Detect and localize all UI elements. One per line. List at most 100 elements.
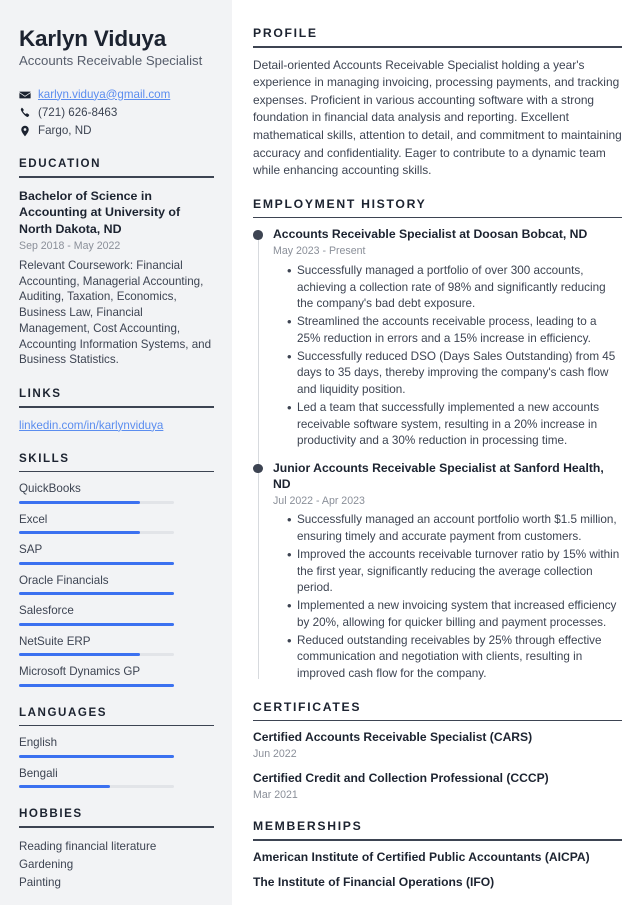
employment-date: Jul 2022 - Apr 2023 [273,494,365,507]
skills-list: QuickBooks Excel SAP Oracle Financials S… [19,482,214,687]
skill-label: Excel [19,512,48,526]
candidate-name: Karlyn Viduya [19,26,167,51]
skill-item: Excel [19,512,214,535]
employment-date: May 2023 - Present [273,245,366,258]
employment-bullet: Reduced outstanding receivables by 25% t… [287,632,622,683]
languages-list: English Bengali [19,736,214,789]
education-entry: Bachelor of Science in Accounting at Uni… [19,188,214,369]
certificate-date: Jun 2022 [253,748,297,761]
profile-text: Detail-oriented Accounts Receivable Spec… [253,57,622,178]
timeline-dot-icon [253,230,263,240]
certificate-item: Certified Accounts Receivable Specialist… [253,730,622,761]
contact-row-email[interactable]: karlyn.viduya@gmail.com [19,87,214,102]
language-bar-track [19,754,174,758]
language-item: Bengali [19,766,214,789]
skill-label: Salesforce [19,604,74,618]
section-profile: PROFILE Detail-oriented Accounts Receiva… [253,26,622,180]
resume-page: Karlyn Viduya Accounts Receivable Specia… [0,0,640,905]
name-block: Karlyn Viduya Accounts Receivable Specia… [19,26,214,69]
languages-heading: LANGUAGES [19,705,108,719]
envelope-icon [19,89,31,101]
skill-bar-fill [19,683,174,687]
profile-rule [253,46,622,48]
phone-text: (721) 626-8463 [38,105,118,119]
skill-label: Microsoft Dynamics GP [19,665,141,679]
skill-item: Oracle Financials [19,573,214,596]
skill-bar-track [19,500,174,504]
skill-bar-fill [19,561,174,565]
certificates-rule [253,719,622,722]
language-bar-track [19,785,174,789]
education-rule [19,176,214,178]
certificate-name: Certified Accounts Receivable Specialist… [253,730,533,745]
employment-bullets: Successfully managed an account portfoli… [273,511,622,683]
contact-list: karlyn.viduya@gmail.com (721) 626-8463 F… [19,87,214,138]
section-languages: LANGUAGES English Bengali [19,705,214,789]
contact-row-location: Fargo, ND [19,123,214,138]
section-links: LINKS linkedin.com/in/karlynviduya [19,387,214,433]
hobby-item: Reading financial literature [19,839,157,853]
education-heading: EDUCATION [19,157,102,171]
location-text: Fargo, ND [38,123,92,137]
skills-heading: SKILLS [19,451,70,465]
employment-title: Junior Accounts Receivable Specialist at… [273,460,604,491]
skill-item: Salesforce [19,604,214,626]
hobbies-rule [19,826,214,828]
employment-timeline: Accounts Receivable Specialist at Doosan… [253,227,622,683]
links-rule [19,406,214,408]
language-bar-fill [19,785,111,789]
skill-item: Microsoft Dynamics GP [19,665,214,687]
phone-icon [19,107,31,119]
section-hobbies: HOBBIES Reading financial literature Gar… [19,807,214,891]
certificate-item: Certified Credit and Collection Professi… [253,771,622,802]
skills-rule [19,470,214,473]
section-employment-history: EMPLOYMENT HISTORY Accounts Receivable S… [253,197,622,683]
education-degree: Bachelor of Science in Accounting at Uni… [19,188,181,236]
certificate-name: Certified Credit and Collection Professi… [253,770,549,785]
employment-title: Accounts Receivable Specialist at Doosan… [273,227,588,242]
employment-bullet: Streamlined the accounts receivable proc… [287,313,622,347]
languages-rule [19,724,214,727]
certificates-heading: CERTIFICATES [253,699,362,714]
membership-item: The Institute of Financial Operations (I… [253,875,495,890]
language-bar-fill [19,754,174,758]
skill-label: SAP [19,543,43,557]
employment-bullet: Successfully reduced DSO (Days Sales Out… [287,348,622,399]
skill-bar-fill [19,622,174,626]
section-education: EDUCATION Bachelor of Science in Account… [19,157,214,368]
employment-entry: Accounts Receivable Specialist at Doosan… [253,227,622,450]
sidebar: Karlyn Viduya Accounts Receivable Specia… [0,0,232,905]
employment-bullet: Successfully managed an account portfoli… [287,511,622,545]
employment-bullets: Successfully managed a portfolio of over… [273,262,622,450]
employment-rule [253,216,622,219]
hobby-item: Painting [19,875,61,889]
skill-item: SAP [19,543,214,565]
email-text[interactable]: karlyn.viduya@gmail.com [38,88,170,102]
skill-label: QuickBooks [19,482,81,496]
skill-label: Oracle Financials [19,573,109,587]
skill-bar-track [19,561,174,565]
employment-entry: Junior Accounts Receivable Specialist at… [253,460,622,683]
membership-item: American Institute of Certified Public A… [253,849,590,864]
employment-bullet: Successfully managed a portfolio of over… [287,262,622,313]
skill-bar-track [19,531,174,535]
memberships-rule [253,839,622,841]
skill-bar-fill [19,500,140,504]
education-date: Sep 2018 - May 2022 [19,240,121,253]
hobbies-list: Reading financial literature Gardening P… [19,838,214,892]
language-label: Bengali [19,766,58,780]
skill-item: QuickBooks [19,482,214,504]
links-list: linkedin.com/in/karlynviduya [19,418,214,433]
link-item[interactable]: linkedin.com/in/karlynviduya [19,418,214,433]
contact-row-phone: (721) 626-8463 [19,105,214,120]
certificate-date: Mar 2021 [253,788,298,801]
skill-bar-track [19,683,174,687]
links-heading: LINKS [19,387,62,401]
location-pin-icon [19,125,31,137]
language-item: English [19,736,214,758]
profile-heading: PROFILE [253,26,318,40]
skill-bar-fill [19,531,140,535]
memberships-heading: MEMBERSHIPS [253,819,363,834]
main-column: PROFILE Detail-oriented Accounts Receiva… [232,0,640,905]
skill-bar-track [19,622,174,626]
